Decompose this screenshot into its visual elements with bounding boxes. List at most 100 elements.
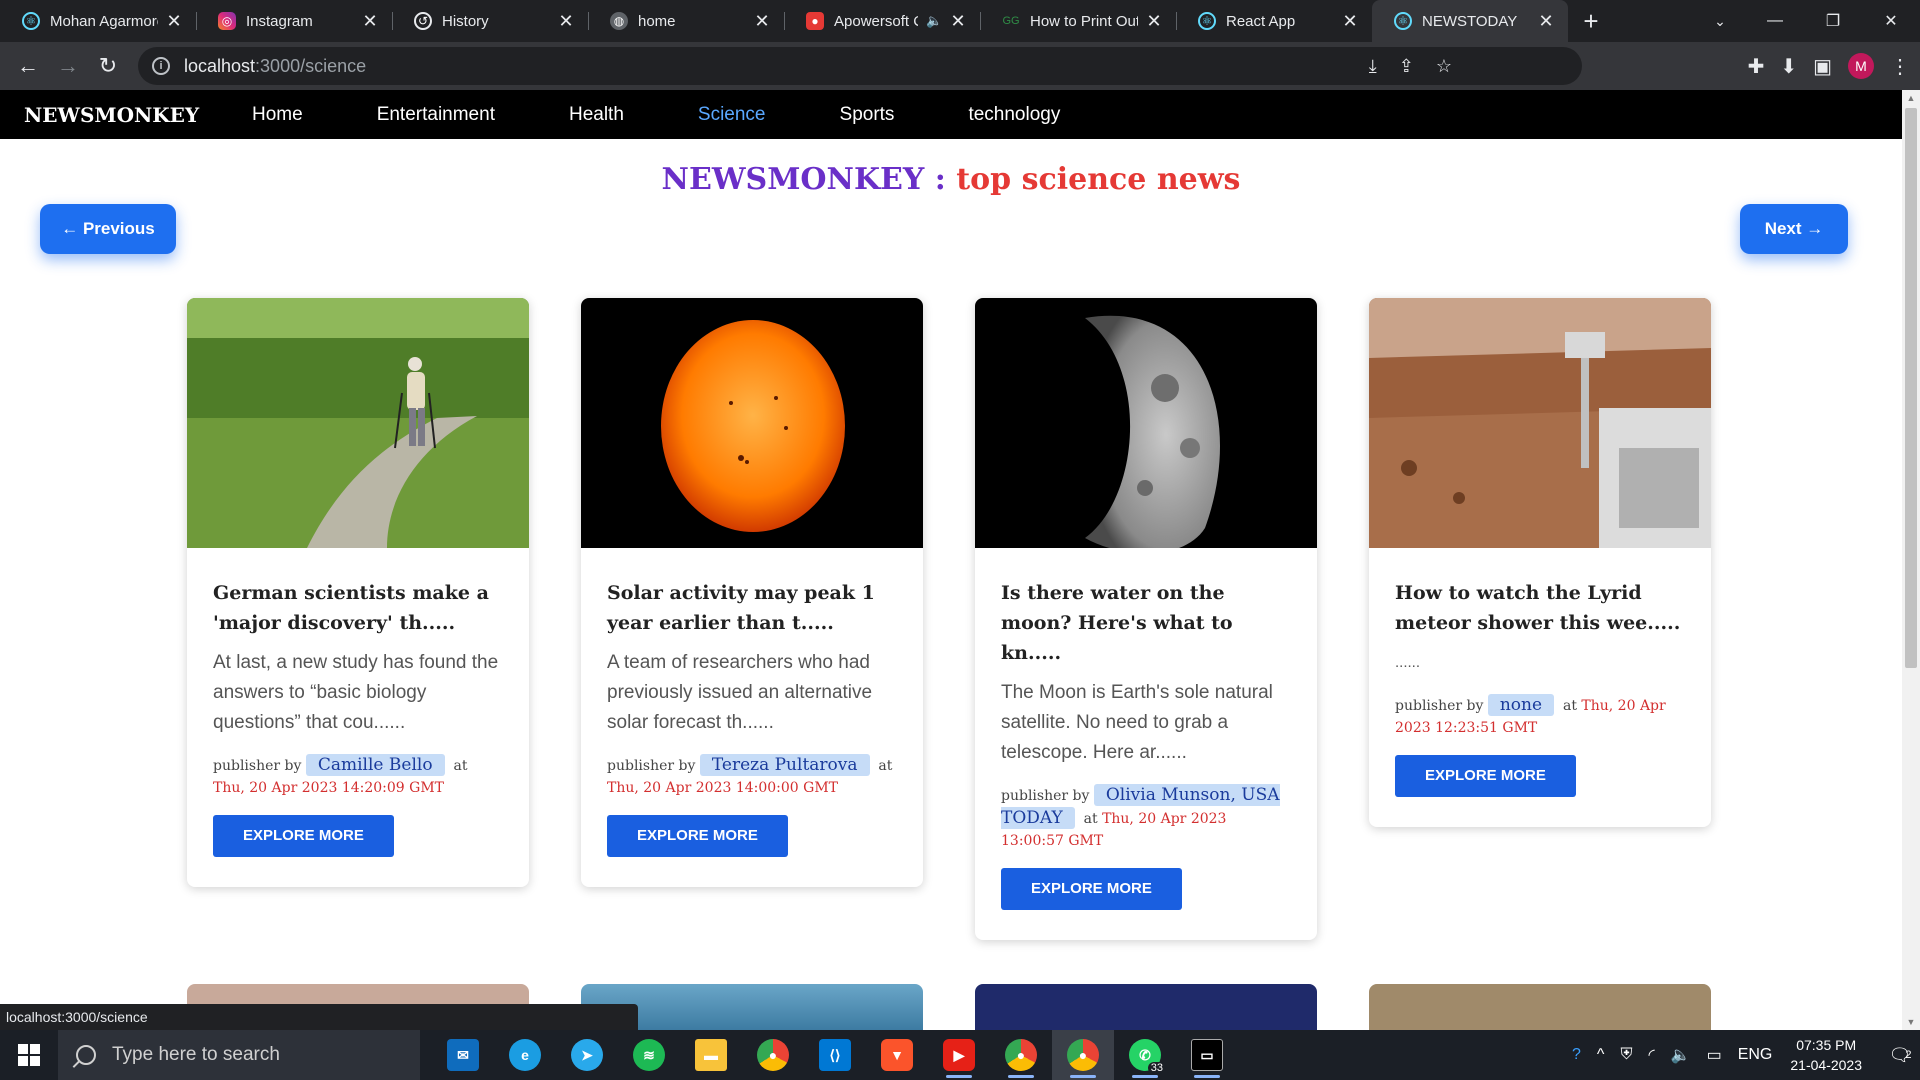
next-button[interactable]: Next →: [1740, 204, 1848, 254]
close-icon[interactable]: ✕: [166, 11, 182, 32]
notification-button[interactable]: 🗨 2: [1880, 1030, 1920, 1080]
tab-home[interactable]: ◍ home ✕: [588, 0, 784, 42]
chrome-app[interactable]: ●: [742, 1030, 804, 1080]
explore-more-button[interactable]: EXPLORE MORE: [213, 815, 394, 857]
scroll-up-icon[interactable]: ▲: [1902, 90, 1920, 106]
scrollbar-thumb[interactable]: [1905, 108, 1917, 668]
explore-more-button[interactable]: EXPLORE MORE: [1395, 755, 1576, 797]
volume-icon[interactable]: 🔈: [1671, 1045, 1691, 1065]
app-brand[interactable]: NEWSMONKEY: [24, 103, 252, 127]
youtube-icon: ▶: [943, 1039, 975, 1071]
explore-more-button[interactable]: EXPLORE MORE: [1001, 868, 1182, 910]
extensions-icon[interactable]: ✚: [1748, 54, 1765, 79]
browser-toolbar: ← → ↻ i localhost:3000/science ⤓ ⇪ ☆ ✚ ⬇…: [0, 42, 1920, 90]
back-button[interactable]: ←: [8, 46, 48, 86]
new-tab-button[interactable]: +: [1568, 0, 1614, 42]
speaker-icon[interactable]: 🔈: [926, 13, 942, 29]
downloads-icon[interactable]: ⬇: [1780, 54, 1797, 79]
nav-science[interactable]: Science: [698, 104, 766, 126]
nav-technology[interactable]: technology: [968, 104, 1060, 126]
clock-time: 07:35 PM: [1796, 1037, 1857, 1053]
publisher-badge: Camille Bello: [305, 754, 445, 776]
restore-button[interactable]: ❐: [1804, 0, 1862, 42]
at-label: at: [453, 758, 468, 774]
clock[interactable]: 07:35 PM 21-04-2023: [1790, 1035, 1862, 1075]
install-icon[interactable]: ⤓: [1369, 56, 1377, 77]
publisher-label: publisher by: [213, 758, 302, 774]
telegram-app[interactable]: ➤: [556, 1030, 618, 1080]
card-description: A team of researchers who had previously…: [607, 652, 873, 733]
help-icon[interactable]: ?: [1572, 1046, 1581, 1064]
security-shield-icon[interactable]: ⛨: [1620, 1046, 1632, 1064]
card-meta: publisher by Tereza Pultarova at Thu, 20…: [607, 754, 897, 799]
explore-more-button[interactable]: EXPLORE MORE: [607, 815, 788, 857]
publish-time: Thu, 20 Apr 2023 14:00:00 GMT: [607, 780, 839, 796]
mail-app[interactable]: ✉: [432, 1030, 494, 1080]
apowersoft-icon: ●: [806, 12, 824, 30]
vscode-app[interactable]: ⟨⟩: [804, 1030, 866, 1080]
wifi-icon[interactable]: ◜: [1648, 1045, 1654, 1065]
chevron-up-icon[interactable]: ^: [1597, 1046, 1605, 1064]
nav-health[interactable]: Health: [569, 104, 624, 126]
close-icon[interactable]: ✕: [754, 11, 770, 32]
tab-search-icon[interactable]: ⌄: [1700, 0, 1740, 42]
windows-taskbar: Type here to search ✉ e ➤ ≋ ▬ ● ⟨⟩ ▼ ▶ ●…: [0, 1030, 1920, 1080]
tab-how-to-print[interactable]: GG How to Print Out ✕: [980, 0, 1176, 42]
menu-kebab-icon[interactable]: ⋮: [1890, 54, 1910, 79]
scroll-down-icon[interactable]: ▼: [1902, 1014, 1920, 1030]
tab-mohan-agarmore[interactable]: ⚛ Mohan Agarmore ✕: [0, 0, 196, 42]
battery-icon[interactable]: ▭: [1707, 1045, 1722, 1065]
reload-button[interactable]: ↻: [88, 46, 128, 86]
window-controls: — ❐ ✕: [1746, 0, 1920, 42]
minimize-button[interactable]: —: [1746, 0, 1804, 42]
nav-home[interactable]: Home: [252, 104, 303, 126]
taskbar-search[interactable]: Type here to search: [58, 1030, 420, 1080]
brave-app[interactable]: ▼: [866, 1030, 928, 1080]
nav-entertainment[interactable]: Entertainment: [377, 104, 495, 126]
youtube-app[interactable]: ▶: [928, 1030, 990, 1080]
tab-title: React App: [1226, 12, 1296, 30]
close-icon[interactable]: ✕: [362, 11, 378, 32]
share-icon[interactable]: ⇪: [1399, 56, 1414, 77]
site-info-icon[interactable]: i: [152, 57, 170, 75]
language-indicator[interactable]: ENG: [1738, 1046, 1773, 1064]
tab-title: Mohan Agarmore: [50, 12, 158, 30]
close-icon[interactable]: ✕: [1342, 11, 1358, 32]
search-placeholder: Type here to search: [112, 1044, 280, 1065]
file-explorer-app[interactable]: ▬: [680, 1030, 742, 1080]
app-navbar: NEWSMONKEY Home Entertainment Health Sci…: [0, 90, 1902, 139]
system-tray: ? ^ ⛨ ◜ 🔈 ▭ ENG 07:35 PM 21-04-2023 🗨 2: [1564, 1030, 1920, 1080]
page-title-topic: top science news: [945, 162, 1241, 197]
news-card: German scientists make a 'major discover…: [187, 298, 529, 887]
close-window-button[interactable]: ✕: [1862, 0, 1920, 42]
notification-count: 2: [1905, 1049, 1912, 1061]
news-card: How to watch the Lyrid meteor shower thi…: [1369, 298, 1711, 827]
tab-apowersoft[interactable]: ● Apowersoft C 🔈 ✕: [784, 0, 980, 42]
forward-button[interactable]: →: [48, 46, 88, 86]
search-icon: [76, 1045, 96, 1065]
terminal-app[interactable]: ▭: [1176, 1030, 1238, 1080]
spotify-app[interactable]: ≋: [618, 1030, 680, 1080]
side-panel-icon[interactable]: ▣: [1813, 54, 1832, 79]
start-button[interactable]: [0, 1030, 58, 1080]
chrome-profile-app[interactable]: ●: [990, 1030, 1052, 1080]
whatsapp-app[interactable]: ✆ 33: [1114, 1030, 1176, 1080]
chrome-active-app[interactable]: ●: [1052, 1030, 1114, 1080]
bookmark-star-icon[interactable]: ☆: [1436, 56, 1452, 77]
publisher-label: publisher by: [1001, 788, 1090, 804]
previous-button[interactable]: ← Previous: [40, 204, 176, 254]
profile-avatar[interactable]: M: [1848, 53, 1874, 79]
close-icon[interactable]: ✕: [1538, 11, 1554, 32]
tab-history[interactable]: ↺ History ✕: [392, 0, 588, 42]
page-scrollbar[interactable]: ▲ ▼: [1902, 90, 1920, 1030]
tab-instagram[interactable]: ◎ Instagram ✕: [196, 0, 392, 42]
close-icon[interactable]: ✕: [950, 11, 966, 32]
tab-newstoday[interactable]: ⚛ NEWSTODAY ✕: [1372, 0, 1568, 42]
close-icon[interactable]: ✕: [558, 11, 574, 32]
nav-sports[interactable]: Sports: [840, 104, 895, 126]
address-bar[interactable]: i localhost:3000/science ⤓ ⇪ ☆: [138, 47, 1582, 85]
tab-react-app[interactable]: ⚛ React App ✕: [1176, 0, 1372, 42]
edge-app[interactable]: e: [494, 1030, 556, 1080]
close-icon[interactable]: ✕: [1146, 11, 1162, 32]
at-label: at: [1083, 811, 1098, 827]
